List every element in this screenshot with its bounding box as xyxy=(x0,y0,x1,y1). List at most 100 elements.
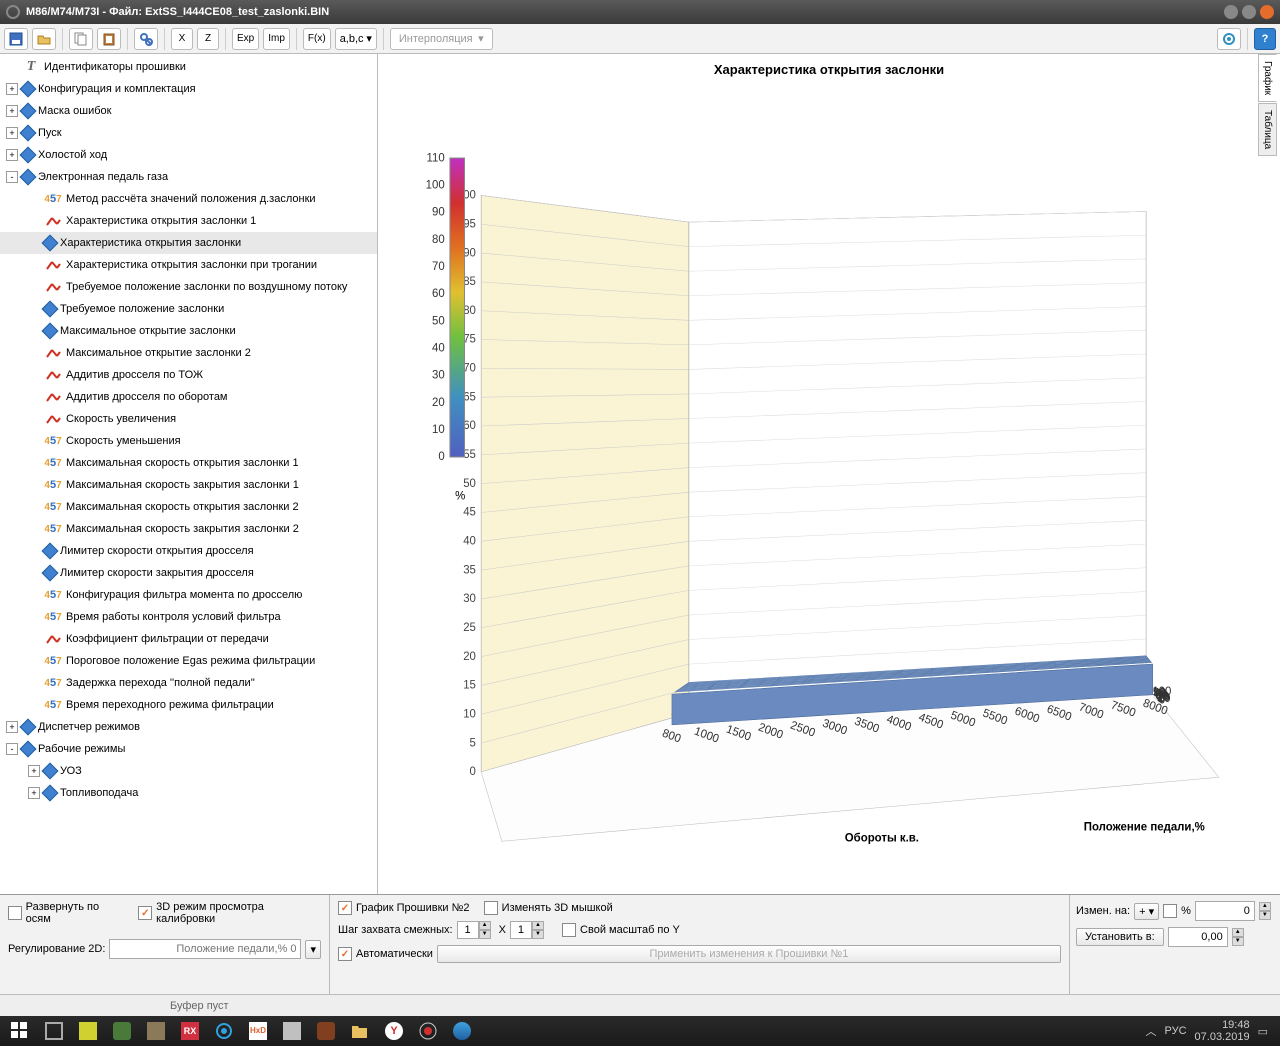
export-button[interactable]: Exp xyxy=(232,28,259,50)
tree-toggle[interactable]: + xyxy=(28,787,40,799)
task-app-5[interactable] xyxy=(208,1018,240,1044)
task-app-1[interactable] xyxy=(72,1018,104,1044)
step-x-spinner[interactable]: ▲▼ xyxy=(457,921,495,939)
tab-chart[interactable]: График xyxy=(1258,54,1277,102)
task-app-2[interactable] xyxy=(106,1018,138,1044)
tree-toggle[interactable]: - xyxy=(6,171,18,183)
tree-item-12[interactable]: Максимальное открытие заслонки xyxy=(0,320,377,342)
tree-item-11[interactable]: Требуемое положение заслонки xyxy=(0,298,377,320)
plus-dropdown[interactable]: + ▾ xyxy=(1134,903,1159,920)
help-button[interactable]: ? xyxy=(1254,28,1276,50)
start-button[interactable] xyxy=(4,1018,36,1044)
tree-toggle[interactable]: - xyxy=(6,743,18,755)
abc-button[interactable]: a,b,c ▾ xyxy=(335,28,377,50)
tree-item-27[interactable]: 457Пороговое положение Egas режима фильт… xyxy=(0,650,377,672)
tree-toggle[interactable]: + xyxy=(6,83,18,95)
tree-item-9[interactable]: Характеристика открытия заслонки при тро… xyxy=(0,254,377,276)
mode3d-checkbox[interactable] xyxy=(138,906,152,920)
paste-button[interactable] xyxy=(97,28,121,50)
tree-toggle[interactable]: + xyxy=(6,105,18,117)
tree-item-15[interactable]: Аддитив дросселя по оборотам xyxy=(0,386,377,408)
graf2-checkbox[interactable] xyxy=(338,901,352,915)
tree-item-22[interactable]: Лимитер скорости открытия дросселя xyxy=(0,540,377,562)
fx-button[interactable]: F(x) xyxy=(303,28,331,50)
set-value-input[interactable] xyxy=(1168,927,1228,947)
tree-item-26[interactable]: Коэффициент фильтрации от передачи xyxy=(0,628,377,650)
tree-item-29[interactable]: 457Время переходного режима фильтрации xyxy=(0,694,377,716)
apply-button[interactable]: Применить изменения к Прошивки №1 xyxy=(437,945,1061,963)
interpolation-dropdown[interactable]: Интерполяция ▾ xyxy=(390,28,493,50)
minimize-button[interactable] xyxy=(1224,5,1238,19)
task-explorer[interactable] xyxy=(344,1018,376,1044)
change-value-input[interactable] xyxy=(1195,901,1255,921)
tray-notifications-icon[interactable]: ▭ xyxy=(1258,1025,1268,1038)
step-y-spinner[interactable]: ▲▼ xyxy=(510,921,548,939)
close-button[interactable] xyxy=(1260,5,1274,19)
import-button[interactable]: Imp xyxy=(263,28,290,50)
taskview-icon[interactable] xyxy=(38,1018,70,1044)
tree-item-17[interactable]: 457Скорость уменьшения xyxy=(0,430,377,452)
tree-item-1[interactable]: +Конфигурация и комплектация xyxy=(0,78,377,100)
tree-toggle[interactable]: + xyxy=(28,765,40,777)
mouse3d-checkbox[interactable] xyxy=(484,901,498,915)
tree-item-31[interactable]: -Рабочие режимы xyxy=(0,738,377,760)
task-app-3[interactable] xyxy=(140,1018,172,1044)
own-y-checkbox[interactable] xyxy=(562,923,576,937)
expand-axes-checkbox[interactable] xyxy=(8,906,22,920)
tree-panel[interactable]: TИдентификаторы прошивки+Конфигурация и … xyxy=(0,54,378,894)
chart-icon xyxy=(44,345,62,361)
task-app-6[interactable]: HxD xyxy=(242,1018,274,1044)
tree-item-10[interactable]: Требуемое положение заслонки по воздушно… xyxy=(0,276,377,298)
search-button[interactable] xyxy=(134,28,158,50)
set-to-button[interactable]: Установить в: xyxy=(1076,928,1164,946)
tree-toggle[interactable]: + xyxy=(6,127,18,139)
z-axis-button[interactable]: Z xyxy=(197,28,219,50)
tree-item-16[interactable]: Скорость увеличения xyxy=(0,408,377,430)
copy-button[interactable] xyxy=(69,28,93,50)
reg2d-arrow[interactable]: ▾ xyxy=(305,940,321,959)
tree-item-7[interactable]: Характеристика открытия заслонки 1 xyxy=(0,210,377,232)
reg2d-input[interactable] xyxy=(109,939,301,959)
open-button[interactable] xyxy=(32,28,56,50)
chart-canvas[interactable]: 1009590858075706560555045403530252015105… xyxy=(398,94,1250,884)
tray-clock[interactable]: 19:48 07.03.2019 xyxy=(1195,1019,1250,1043)
task-yandex[interactable]: Y xyxy=(378,1018,410,1044)
task-app-9[interactable] xyxy=(446,1018,478,1044)
pct-checkbox[interactable] xyxy=(1163,904,1177,918)
tree-toggle[interactable]: + xyxy=(6,149,18,161)
svg-text:10: 10 xyxy=(463,708,476,720)
tree-item-20[interactable]: 457Максимальная скорость открытия заслон… xyxy=(0,496,377,518)
task-app-8[interactable] xyxy=(310,1018,342,1044)
auto-checkbox[interactable] xyxy=(338,947,352,961)
x-axis-button[interactable]: X xyxy=(171,28,193,50)
tree-item-28[interactable]: 457Задержка перехода ''полной педали'' xyxy=(0,672,377,694)
tree-item-19[interactable]: 457Максимальная скорость закрытия заслон… xyxy=(0,474,377,496)
tree-item-18[interactable]: 457Максимальная скорость открытия заслон… xyxy=(0,452,377,474)
tree-toggle[interactable]: + xyxy=(6,721,18,733)
task-app-7[interactable] xyxy=(276,1018,308,1044)
task-app-4[interactable]: RX xyxy=(174,1018,206,1044)
tab-table[interactable]: Таблица xyxy=(1258,103,1277,156)
tree-item-13[interactable]: Максимальное открытие заслонки 2 xyxy=(0,342,377,364)
tree-item-4[interactable]: +Холостой ход xyxy=(0,144,377,166)
tree-item-14[interactable]: Аддитив дросселя по ТОЖ xyxy=(0,364,377,386)
tree-item-8[interactable]: Характеристика открытия заслонки xyxy=(0,232,377,254)
save-button[interactable] xyxy=(4,28,28,50)
tree-item-0[interactable]: TИдентификаторы прошивки xyxy=(0,56,377,78)
tree-item-5[interactable]: -Электронная педаль газа xyxy=(0,166,377,188)
tree-item-2[interactable]: +Маска ошибок xyxy=(0,100,377,122)
settings-button[interactable] xyxy=(1217,28,1241,50)
tree-item-30[interactable]: +Диспетчер режимов xyxy=(0,716,377,738)
tree-item-21[interactable]: 457Максимальная скорость закрытия заслон… xyxy=(0,518,377,540)
tray-lang[interactable]: РУС xyxy=(1165,1025,1187,1037)
tree-item-32[interactable]: +УОЗ xyxy=(0,760,377,782)
tree-item-25[interactable]: 457Время работы контроля условий фильтра xyxy=(0,606,377,628)
task-record[interactable] xyxy=(412,1018,444,1044)
maximize-button[interactable] xyxy=(1242,5,1256,19)
tree-item-6[interactable]: 457Метод рассчёта значений положения д.з… xyxy=(0,188,377,210)
tree-item-24[interactable]: 457Конфигурация фильтра момента по дросс… xyxy=(0,584,377,606)
tree-item-23[interactable]: Лимитер скорости закрытия дросселя xyxy=(0,562,377,584)
tree-item-33[interactable]: +Топливоподача xyxy=(0,782,377,804)
tree-item-3[interactable]: +Пуск xyxy=(0,122,377,144)
tray-chevron-icon[interactable]: ︿ xyxy=(1146,1023,1157,1039)
